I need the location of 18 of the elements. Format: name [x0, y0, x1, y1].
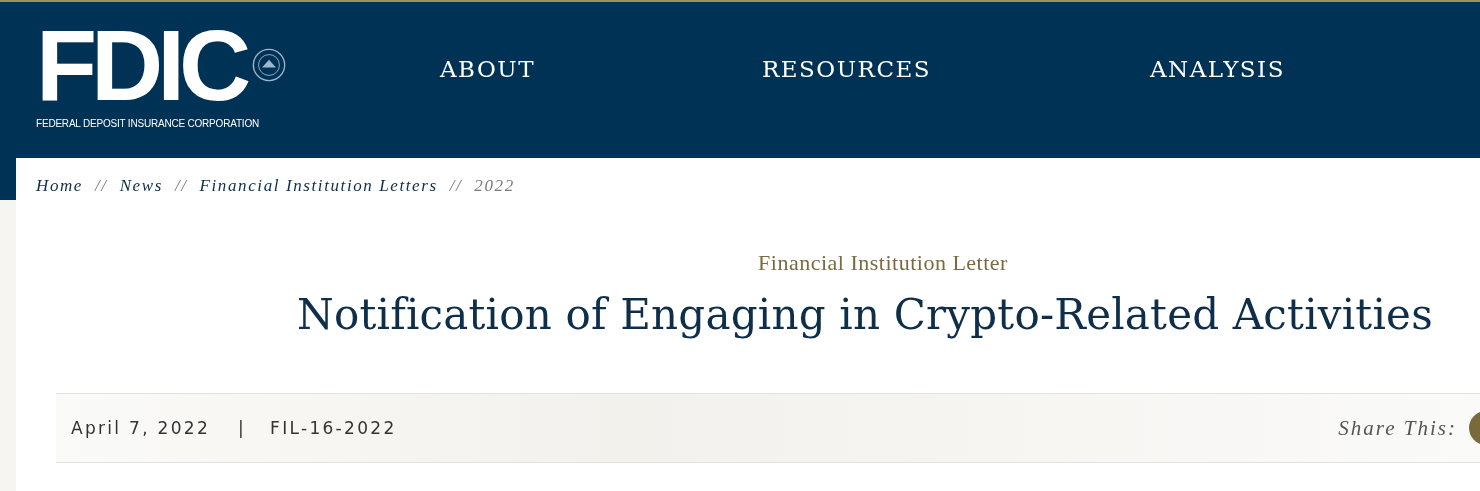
- breadcrumb-link[interactable]: News: [119, 176, 163, 196]
- meta-separator: |: [238, 418, 247, 438]
- logo-wordmark[interactable]: FDIC: [36, 17, 246, 113]
- share-label: Share This:: [1338, 415, 1457, 441]
- breadcrumb-link[interactable]: Financial Institution Letters: [199, 176, 438, 196]
- breadcrumb-current: 2022: [474, 176, 515, 196]
- breadcrumb-separator: //: [449, 176, 463, 196]
- page-eyebrow: Financial Institution Letter: [758, 250, 1008, 275]
- breadcrumb-separator: //: [174, 176, 188, 196]
- publish-date: April 7, 2022: [71, 418, 211, 438]
- nav-link[interactable]: RESOURCES: [762, 56, 932, 82]
- logo-tagline: FEDERAL DEPOSIT INSURANCE CORPORATION: [36, 117, 259, 131]
- nav-link[interactable]: ANALYSIS: [1150, 56, 1285, 82]
- breadcrumb-link[interactable]: Home: [36, 176, 83, 196]
- breadcrumb-separator: //: [95, 176, 108, 196]
- letter-id: FIL-16-2022: [270, 418, 397, 438]
- nav-link[interactable]: ABOUT: [440, 56, 536, 82]
- page-title: Notification of Engaging in Crypto-Related Activities: [297, 290, 1433, 339]
